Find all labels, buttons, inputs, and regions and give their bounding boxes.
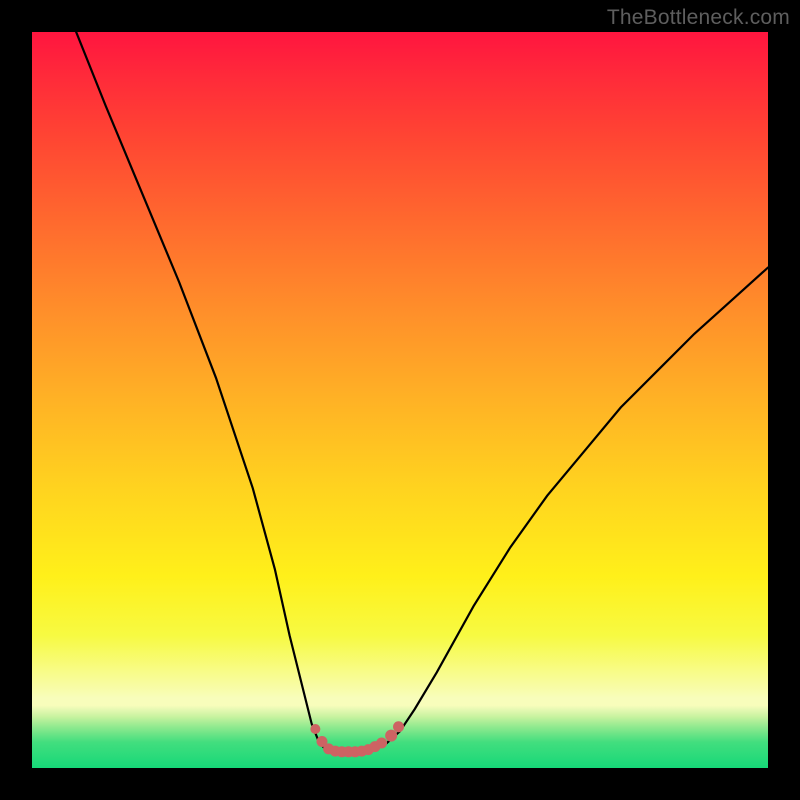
chart-frame: TheBottleneck.com: [0, 0, 800, 800]
plot-area: [32, 32, 768, 768]
bottom-cluster: [310, 721, 404, 757]
marker-dot: [376, 737, 387, 748]
curve-svg: [32, 32, 768, 768]
marker-dot: [310, 724, 320, 734]
watermark-text: TheBottleneck.com: [607, 6, 790, 30]
marker-dot: [385, 730, 397, 742]
marker-dot: [393, 721, 404, 732]
bottleneck-curve: [76, 32, 768, 752]
